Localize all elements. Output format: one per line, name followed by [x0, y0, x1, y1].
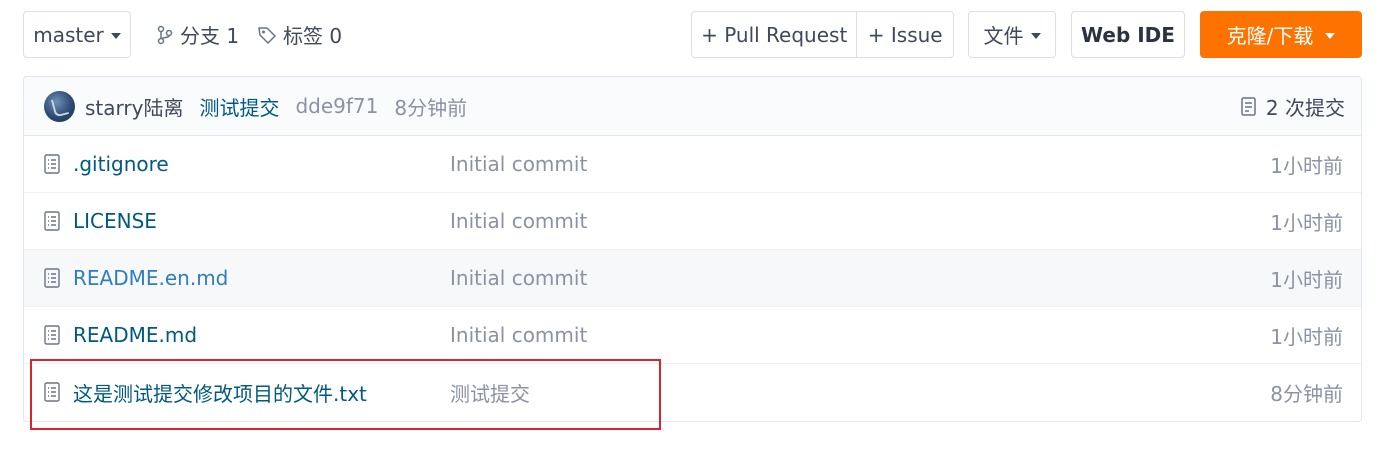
new-pull-request-button[interactable]: + Pull Request [692, 12, 858, 57]
tag-icon [258, 26, 276, 44]
file-row[interactable]: .gitignore Initial commit 1小时前 [24, 136, 1361, 193]
branches-label: 分支 1 [180, 24, 240, 48]
branches-link[interactable]: 分支 1 [156, 11, 239, 58]
new-pull-request-label: + Pull Request [701, 22, 848, 47]
file-row[interactable]: README.en.md Initial commit 1小时前 [24, 250, 1361, 307]
file-name-link[interactable]: README.en.md [73, 266, 228, 290]
commit-sha[interactable]: dde9f71 [295, 94, 378, 118]
file-name-link[interactable]: .gitignore [73, 152, 169, 176]
clone-download-button[interactable]: 克隆/下载 [1200, 11, 1362, 58]
file-commit-time: 1小时前 [1270, 153, 1343, 178]
tags-label: 标签 0 [283, 24, 343, 48]
branch-icon [157, 25, 173, 44]
commit-count-label: 2 次提交 [1265, 96, 1345, 120]
file-icon [44, 325, 60, 345]
file-icon [44, 154, 60, 174]
tags-link[interactable]: 标签 0 [257, 11, 342, 58]
file-menu-button[interactable]: 文件 [968, 11, 1056, 58]
file-row[interactable]: LICENSE Initial commit 1小时前 [24, 193, 1361, 250]
file-commit-message[interactable]: 测试提交 [450, 378, 530, 407]
latest-commit-bar: starry陆离 测试提交 dde9f71 8分钟前 2 次提交 [24, 77, 1361, 136]
pr-issue-group: + Pull Request + Issue [691, 11, 954, 58]
commit-time: 8分钟前 [394, 95, 468, 120]
commit-author[interactable]: starry陆离 [85, 92, 183, 121]
file-commit-message[interactable]: Initial commit [450, 152, 587, 176]
commit-message-link[interactable]: 测试提交 [199, 92, 279, 121]
file-commit-message[interactable]: Initial commit [450, 209, 587, 233]
avatar[interactable] [44, 90, 75, 122]
file-name-link[interactable]: LICENSE [73, 209, 157, 233]
web-ide-label: Web IDE [1081, 22, 1175, 47]
file-commit-time: 8分钟前 [1270, 382, 1343, 406]
clone-download-label: 克隆/下载 [1226, 24, 1314, 48]
new-issue-label: + Issue [867, 22, 943, 47]
file-row[interactable]: 这是测试提交修改项目的文件.txt 测试提交 8分钟前 [24, 364, 1361, 421]
branch-selector[interactable]: master [23, 11, 131, 58]
web-ide-button[interactable]: Web IDE [1071, 11, 1185, 58]
new-issue-button[interactable]: + Issue [857, 12, 953, 57]
file-commit-time: 1小时前 [1270, 210, 1343, 235]
file-commit-message[interactable]: Initial commit [450, 266, 587, 290]
commits-icon [1241, 96, 1256, 116]
chevron-down-icon [1325, 32, 1336, 39]
commit-count-link[interactable]: 2 次提交 [1240, 77, 1345, 136]
file-menu-label: 文件 [983, 24, 1024, 48]
chevron-down-icon [110, 32, 121, 39]
file-name-link[interactable]: 这是测试提交修改项目的文件.txt [73, 378, 367, 407]
branch-selector-label: master [33, 22, 104, 47]
file-name-link[interactable]: README.md [73, 323, 197, 347]
repo-toolbar: master 分支 1 标签 0 + Pull Request + Issue … [0, 0, 1390, 70]
chevron-down-icon [1030, 32, 1041, 39]
file-commit-time: 1小时前 [1270, 267, 1343, 292]
file-icon [44, 382, 60, 402]
file-list-panel: starry陆离 测试提交 dde9f71 8分钟前 2 次提交 .gitign… [23, 76, 1362, 422]
file-icon [44, 268, 60, 288]
file-row[interactable]: README.md Initial commit 1小时前 [24, 307, 1361, 364]
file-commit-message[interactable]: Initial commit [450, 323, 587, 347]
file-commit-time: 1小时前 [1270, 324, 1343, 349]
file-icon [44, 211, 60, 231]
